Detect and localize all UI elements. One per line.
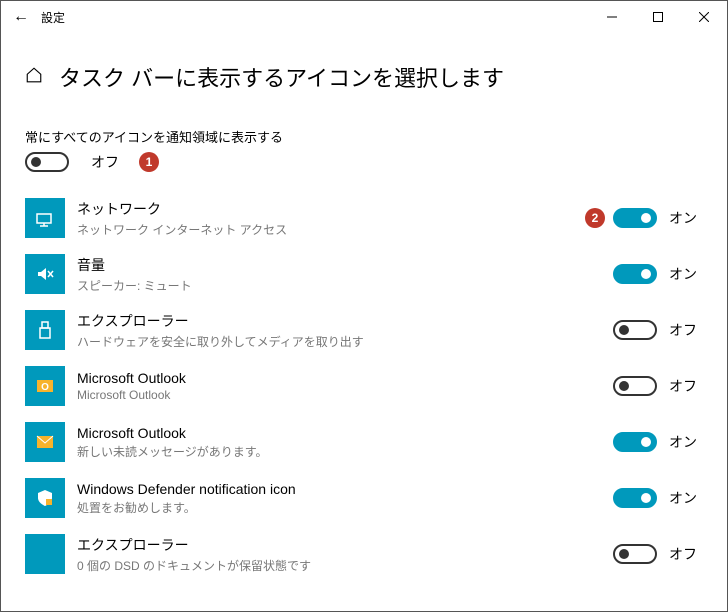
item-subtitle: Microsoft Outlook — [77, 388, 603, 402]
item-text: 音量スピーカー: ミュート — [77, 255, 613, 294]
master-toggle[interactable] — [25, 152, 69, 172]
icon-list: ネットワークネットワーク インターネット アクセス2オン音量スピーカー: ミュー… — [1, 182, 727, 582]
volume-mute-icon — [25, 254, 65, 294]
page-header: タスク バーに表示するアイコンを選択します — [1, 33, 727, 103]
item-text: エクスプローラー 0 個の DSD のドキュメントが保留状態です — [77, 535, 613, 574]
item-toggle[interactable] — [613, 432, 657, 452]
item-subtitle: 0 個の DSD のドキュメントが保留状態です — [77, 557, 603, 574]
item-toggle-state: オン — [669, 488, 703, 508]
item-title: Microsoft Outlook — [77, 370, 603, 386]
blank-icon — [25, 534, 65, 574]
item-subtitle: ネットワーク インターネット アクセス — [77, 221, 575, 238]
item-subtitle: 処置をお勧めします。 — [77, 499, 603, 516]
window-title: 設定 — [41, 9, 65, 26]
usb-icon — [25, 310, 65, 350]
item-title: エクスプローラー — [77, 311, 603, 331]
network-icon — [25, 198, 65, 238]
list-item: Microsoft Outlook Microsoft Outlook オフ — [25, 358, 703, 414]
item-subtitle: 新しい未読メッセージがあります。 — [77, 443, 603, 460]
page-title: タスク バーに表示するアイコンを選択します — [59, 61, 504, 93]
item-toggle[interactable] — [613, 376, 657, 396]
item-subtitle: スピーカー: ミュート — [77, 277, 603, 294]
item-text: Microsoft Outlook 新しい未読メッセージがあります。 — [77, 425, 613, 460]
back-button[interactable]: ← — [13, 8, 41, 26]
item-text: Microsoft Outlook Microsoft Outlook — [77, 370, 613, 402]
item-toggle-state: オフ — [669, 544, 703, 564]
close-button[interactable] — [681, 1, 727, 33]
master-toggle-row: オフ 1 — [1, 152, 727, 182]
item-title: ネットワーク — [77, 199, 575, 219]
defender-icon — [25, 478, 65, 518]
home-icon[interactable] — [25, 66, 43, 89]
window-controls — [589, 1, 727, 33]
item-subtitle: ハードウェアを安全に取り外してメディアを取り出す — [77, 333, 603, 350]
item-text: ネットワークネットワーク インターネット アクセス — [77, 199, 585, 238]
item-toggle-state: オン — [669, 264, 703, 284]
item-title: Microsoft Outlook — [77, 425, 603, 441]
outlook-icon — [25, 366, 65, 406]
list-item: エクスプローラーハードウェアを安全に取り外してメディアを取り出す オフ — [25, 302, 703, 358]
item-toggle[interactable] — [613, 488, 657, 508]
maximize-button[interactable] — [635, 1, 681, 33]
item-text: Windows Defender notification icon 処置をお勧め… — [77, 481, 613, 516]
item-toggle-state: オフ — [669, 320, 703, 340]
item-toggle[interactable] — [613, 264, 657, 284]
annotation-badge-1: 1 — [139, 152, 159, 172]
minimize-button[interactable] — [589, 1, 635, 33]
master-toggle-label: 常にすべてのアイコンを通知領域に表示する — [1, 103, 727, 152]
item-title: エクスプローラー — [77, 535, 603, 555]
titlebar: ← 設定 — [1, 1, 727, 33]
item-toggle[interactable] — [613, 320, 657, 340]
list-item: Microsoft Outlook 新しい未読メッセージがあります。 オン — [25, 414, 703, 470]
list-item: エクスプローラー 0 個の DSD のドキュメントが保留状態です オフ — [25, 526, 703, 582]
item-title: Windows Defender notification icon — [77, 481, 603, 497]
master-toggle-state: オフ — [91, 152, 125, 172]
list-item: 音量スピーカー: ミュート オン — [25, 246, 703, 302]
annotation-badge-2: 2 — [585, 208, 605, 228]
item-title: 音量 — [77, 255, 603, 275]
list-item: ネットワークネットワーク インターネット アクセス2オン — [25, 190, 703, 246]
item-toggle[interactable] — [613, 208, 657, 228]
list-item: Windows Defender notification icon 処置をお勧め… — [25, 470, 703, 526]
item-toggle-state: オン — [669, 208, 703, 228]
item-toggle[interactable] — [613, 544, 657, 564]
mail-icon — [25, 422, 65, 462]
item-text: エクスプローラーハードウェアを安全に取り外してメディアを取り出す — [77, 311, 613, 350]
item-toggle-state: オン — [669, 432, 703, 452]
item-toggle-state: オフ — [669, 376, 703, 396]
